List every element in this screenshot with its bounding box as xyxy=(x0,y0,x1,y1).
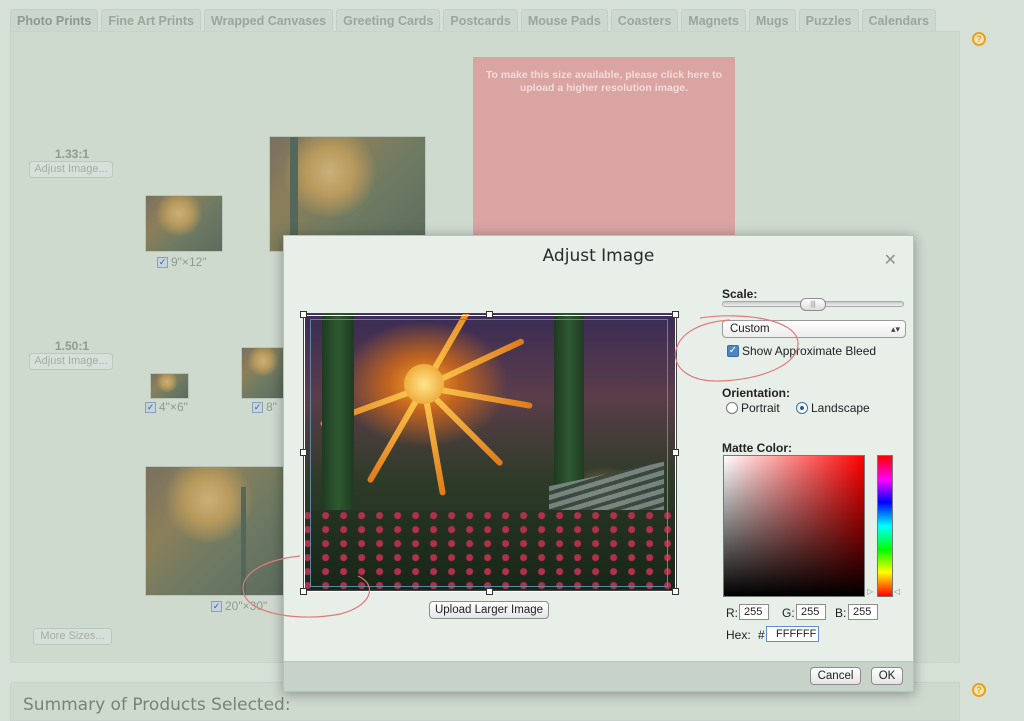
bleed-label: Show Approximate Bleed xyxy=(742,344,877,358)
checkbox-icon[interactable]: ✓ xyxy=(252,401,263,413)
thumbnail-8[interactable] xyxy=(241,347,285,399)
summary-title: Summary of Products Selected: xyxy=(23,695,291,715)
g-label: G: xyxy=(782,606,795,620)
tab-coasters[interactable]: Coasters xyxy=(610,9,679,31)
scale-select[interactable]: Custom ▴▾ xyxy=(722,320,906,338)
bleed-option[interactable]: ✓ Show Approximate Bleed xyxy=(727,344,876,358)
hex-label: Hex: xyxy=(726,628,751,642)
tab-calendars[interactable]: Calendars xyxy=(861,9,936,31)
adjust-image-button-2[interactable]: Adjust Image... xyxy=(29,353,113,370)
orientation-landscape[interactable]: Landscape xyxy=(796,401,870,415)
tab-magnets[interactable]: Magnets xyxy=(681,9,746,31)
size-option-20x30[interactable]: ✓ 20"×30" xyxy=(211,599,267,613)
thumbnail-20x30[interactable] xyxy=(145,466,285,596)
g-input[interactable]: 255 xyxy=(796,604,826,620)
orientation-portrait[interactable]: Portrait xyxy=(726,401,780,415)
scale-slider-thumb[interactable]: ||| xyxy=(800,298,826,311)
landscape-label: Landscape xyxy=(811,401,870,415)
tab-photo-prints[interactable]: Photo Prints xyxy=(10,9,99,31)
product-tabs: Photo Prints Fine Art Prints Wrapped Can… xyxy=(10,9,936,31)
thumbnail-9x12[interactable] xyxy=(145,195,223,252)
r-input[interactable]: 255 xyxy=(739,604,769,620)
crop-handle-se[interactable] xyxy=(672,588,679,595)
b-label: B: xyxy=(835,606,847,620)
bleed-checkbox[interactable]: ✓ xyxy=(727,345,739,357)
close-icon[interactable]: ✕ xyxy=(884,250,897,270)
landscape-radio[interactable] xyxy=(796,402,808,414)
r-label: R: xyxy=(726,606,738,620)
ratio-label-2: 1.50:1 xyxy=(54,339,90,353)
checkbox-icon[interactable]: ✓ xyxy=(211,600,222,612)
size-option-4x6[interactable]: ✓ 4"×6" xyxy=(145,400,188,414)
matte-color-label: Matte Color: xyxy=(722,441,792,455)
thumbnail-4x6[interactable] xyxy=(150,373,189,399)
checkbox-icon[interactable]: ✓ xyxy=(157,256,168,268)
help-icon[interactable]: ? xyxy=(972,683,986,697)
select-arrows-icon: ▴▾ xyxy=(890,324,900,334)
portrait-radio[interactable] xyxy=(726,402,738,414)
cancel-button[interactable]: Cancel xyxy=(810,667,861,685)
size-label: 4"×6" xyxy=(159,400,188,414)
size-option-9x12[interactable]: ✓ 9"×12" xyxy=(157,255,207,269)
more-sizes-button[interactable]: More Sizes... xyxy=(33,628,112,645)
hex-prefix: # xyxy=(758,628,765,642)
tab-postcards[interactable]: Postcards xyxy=(443,9,518,31)
crop-handle-sw[interactable] xyxy=(300,588,307,595)
unavailable-size-box[interactable]: To make this size available, please clic… xyxy=(473,57,735,237)
tab-mouse-pads[interactable]: Mouse Pads xyxy=(520,9,608,31)
hue-marker-icon[interactable]: ◁ xyxy=(894,587,900,596)
crop-handle-nw[interactable] xyxy=(300,311,307,318)
crop-handle-s[interactable] xyxy=(486,588,493,595)
adjust-image-dialog: Adjust Image ✕ Upload Larger Image Scale… xyxy=(283,235,914,692)
checkbox-icon[interactable]: ✓ xyxy=(145,401,156,413)
dialog-title: Adjust Image xyxy=(542,246,655,266)
color-picker-square[interactable] xyxy=(723,455,865,597)
tab-mugs[interactable]: Mugs xyxy=(749,9,796,31)
unavailable-message: To make this size available, please clic… xyxy=(485,69,723,94)
crop-handle-ne[interactable] xyxy=(672,311,679,318)
size-option-8[interactable]: ✓ 8" xyxy=(252,400,277,414)
tab-wrapped-canvases[interactable]: Wrapped Canvases xyxy=(203,9,334,31)
help-icon[interactable]: ? xyxy=(972,32,986,46)
hue-slider[interactable] xyxy=(877,455,893,597)
ok-button[interactable]: OK xyxy=(871,667,903,685)
hex-input[interactable]: FFFFFF xyxy=(766,626,819,642)
crop-handle-e[interactable] xyxy=(672,449,679,456)
orientation-label: Orientation: xyxy=(722,386,790,400)
size-label: 8" xyxy=(266,400,277,414)
size-label: 20"×30" xyxy=(225,599,268,613)
crop-handle-w[interactable] xyxy=(300,449,307,456)
crop-handle-n[interactable] xyxy=(486,311,493,318)
tab-puzzles[interactable]: Puzzles xyxy=(798,9,859,31)
saturation-marker-icon: ▷ xyxy=(867,587,874,596)
tab-fine-art-prints[interactable]: Fine Art Prints xyxy=(101,9,201,31)
ratio-label-1: 1.33:1 xyxy=(54,147,90,161)
scale-select-value: Custom xyxy=(730,323,770,335)
portrait-label: Portrait xyxy=(741,401,780,415)
upload-larger-image-button[interactable]: Upload Larger Image xyxy=(429,601,549,619)
bleed-guide xyxy=(310,319,668,587)
dialog-footer: Cancel OK xyxy=(284,661,913,691)
size-label: 9"×12" xyxy=(171,255,207,269)
tab-greeting-cards[interactable]: Greeting Cards xyxy=(336,9,441,31)
adjust-image-button-1[interactable]: Adjust Image... xyxy=(29,161,113,178)
scale-label: Scale: xyxy=(722,287,758,301)
b-input[interactable]: 255 xyxy=(848,604,878,620)
